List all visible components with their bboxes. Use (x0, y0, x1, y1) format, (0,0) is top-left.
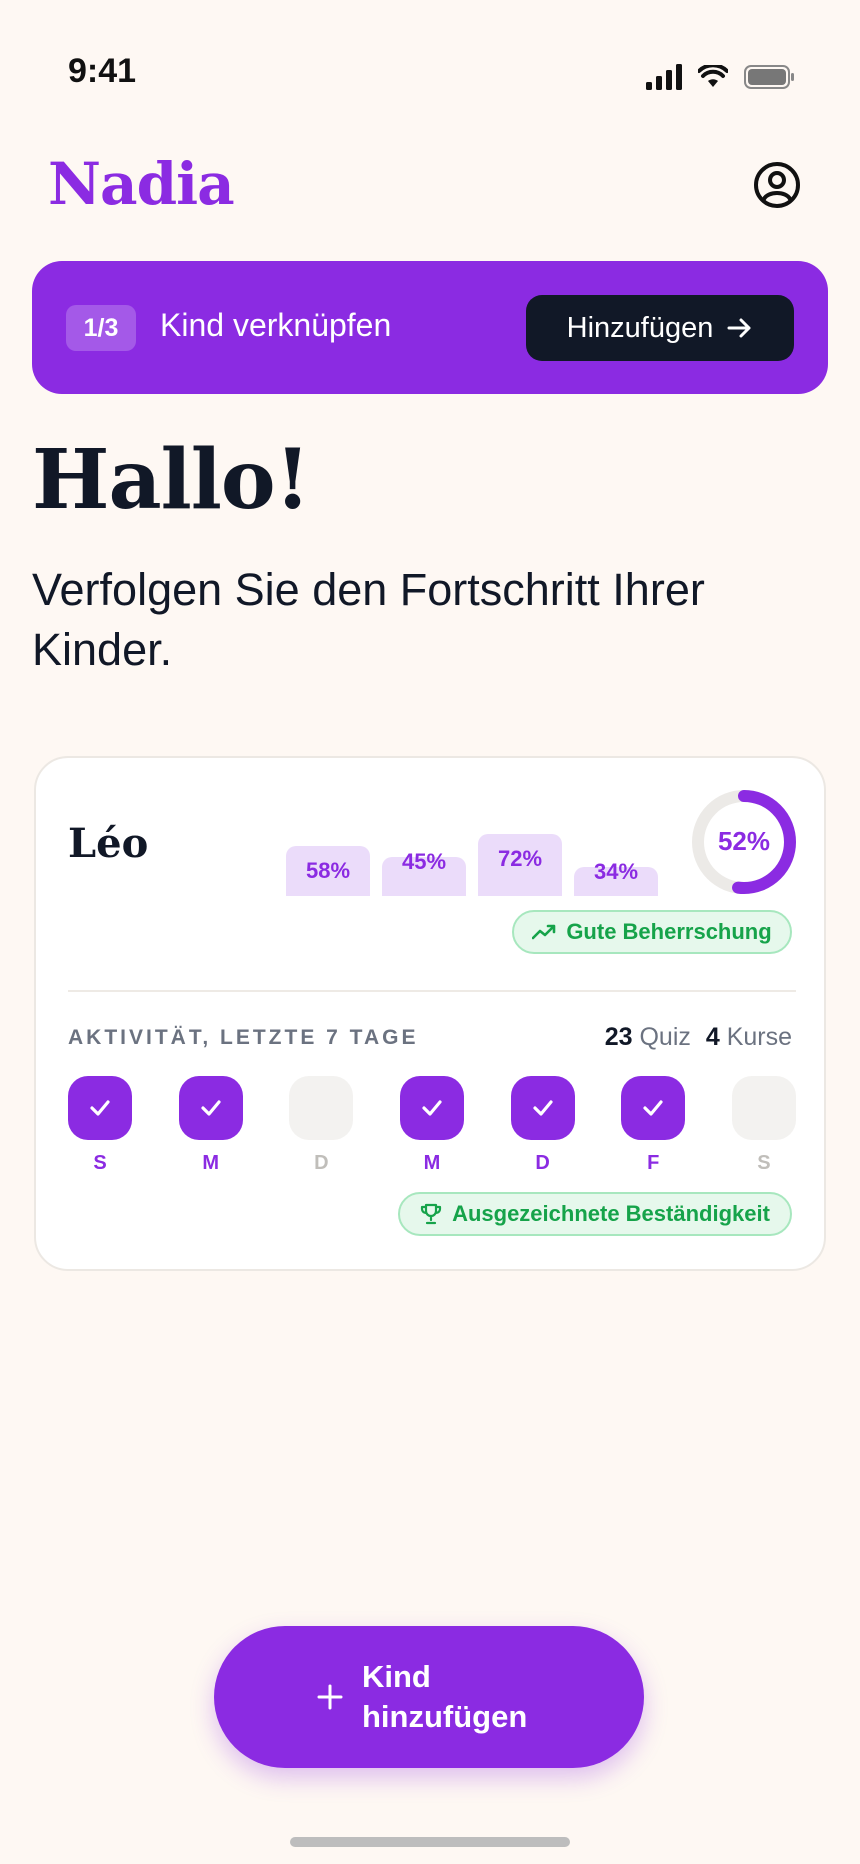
check-icon (201, 1100, 221, 1116)
overall-progress-label: 52% (717, 826, 771, 856)
greeting-subtitle: Verfolgen Sie den Fortschritt Ihrer Kind… (32, 564, 705, 675)
score-bar-label: 58% (305, 858, 351, 884)
day-box (621, 1076, 686, 1140)
day-letter: S (757, 1152, 771, 1174)
score-bar-label: 45% (401, 849, 447, 875)
day-letter: M (202, 1152, 219, 1174)
day-letter: D (535, 1152, 550, 1174)
status-time: 9:41 (68, 52, 137, 90)
greeting-title: Hallo! (32, 432, 311, 528)
add-link-button[interactable]: Hinzufügen (526, 295, 794, 361)
activity-stats: 23 Quiz 4 Kurse (605, 1023, 792, 1052)
check-icon (533, 1100, 553, 1116)
add-child-button[interactable]: Kind hinzufügen (214, 1626, 644, 1768)
check-icon (422, 1100, 442, 1116)
check-icon (643, 1100, 663, 1116)
day-letter: M (423, 1152, 441, 1174)
cellular-signal-icon (646, 64, 682, 90)
status-bar: 9:41 (0, 0, 860, 150)
day-box (68, 1076, 132, 1140)
day-box (289, 1076, 354, 1140)
battery-icon (744, 65, 794, 89)
wifi-icon (698, 65, 728, 87)
day-box (178, 1076, 243, 1140)
score-bar-label: 34% (593, 858, 639, 884)
quiz-count: 23 (604, 1023, 633, 1051)
onboarding-banner: 1/3 Kind verknüpfen Hinzufügen (32, 261, 828, 394)
mastery-badge: Gute Beherrschung (512, 910, 792, 954)
day-box (399, 1076, 464, 1140)
score-bar-label: 72% (497, 846, 543, 872)
user-circle-icon (754, 162, 800, 208)
course-count: 4 (705, 1023, 720, 1051)
day-item: F (621, 1076, 686, 1175)
day-item: D (510, 1076, 575, 1175)
day-box (510, 1076, 575, 1140)
child-card[interactable]: Léo 58% 45% 72% 34% 52% Gute Beherrschun… (34, 756, 826, 1271)
day-item: S (731, 1076, 796, 1175)
consistency-badge: Ausgezeichnete Beständigkeit (398, 1192, 792, 1236)
arrow-right-icon (727, 318, 751, 338)
day-item: S (68, 1076, 132, 1175)
day-letter: S (93, 1152, 107, 1174)
add-child-button-label: Kind hinzufügen (362, 1659, 528, 1734)
profile-button[interactable] (752, 160, 802, 210)
quiz-label: Quiz (639, 1023, 691, 1051)
activity-days: S M D M D F S (68, 1076, 796, 1175)
day-item: M (178, 1076, 243, 1175)
home-indicator (290, 1837, 570, 1847)
activity-label: AKTIVITÄT, LETZTE 7 TAGE (68, 1026, 419, 1049)
course-label: Kurse (726, 1023, 792, 1051)
banner-title: Kind verknüpfen (160, 307, 392, 343)
day-item: D (289, 1076, 354, 1175)
mastery-badge-label: Gute Beherrschung (566, 919, 772, 944)
consistency-badge-label: Ausgezeichnete Beständigkeit (452, 1201, 770, 1226)
day-box (731, 1076, 796, 1140)
step-badge: 1/3 (66, 305, 136, 351)
day-letter: D (314, 1152, 329, 1174)
plus-icon (317, 1684, 343, 1710)
day-letter: F (647, 1152, 660, 1174)
status-icons (646, 64, 796, 90)
add-link-button-label: Hinzufügen (566, 311, 714, 344)
trophy-icon (420, 1203, 442, 1225)
check-icon (90, 1100, 110, 1116)
day-item: M (399, 1076, 464, 1175)
trending-up-icon (532, 924, 556, 940)
app-logo: Nadia (48, 150, 235, 218)
card-divider (68, 990, 796, 992)
